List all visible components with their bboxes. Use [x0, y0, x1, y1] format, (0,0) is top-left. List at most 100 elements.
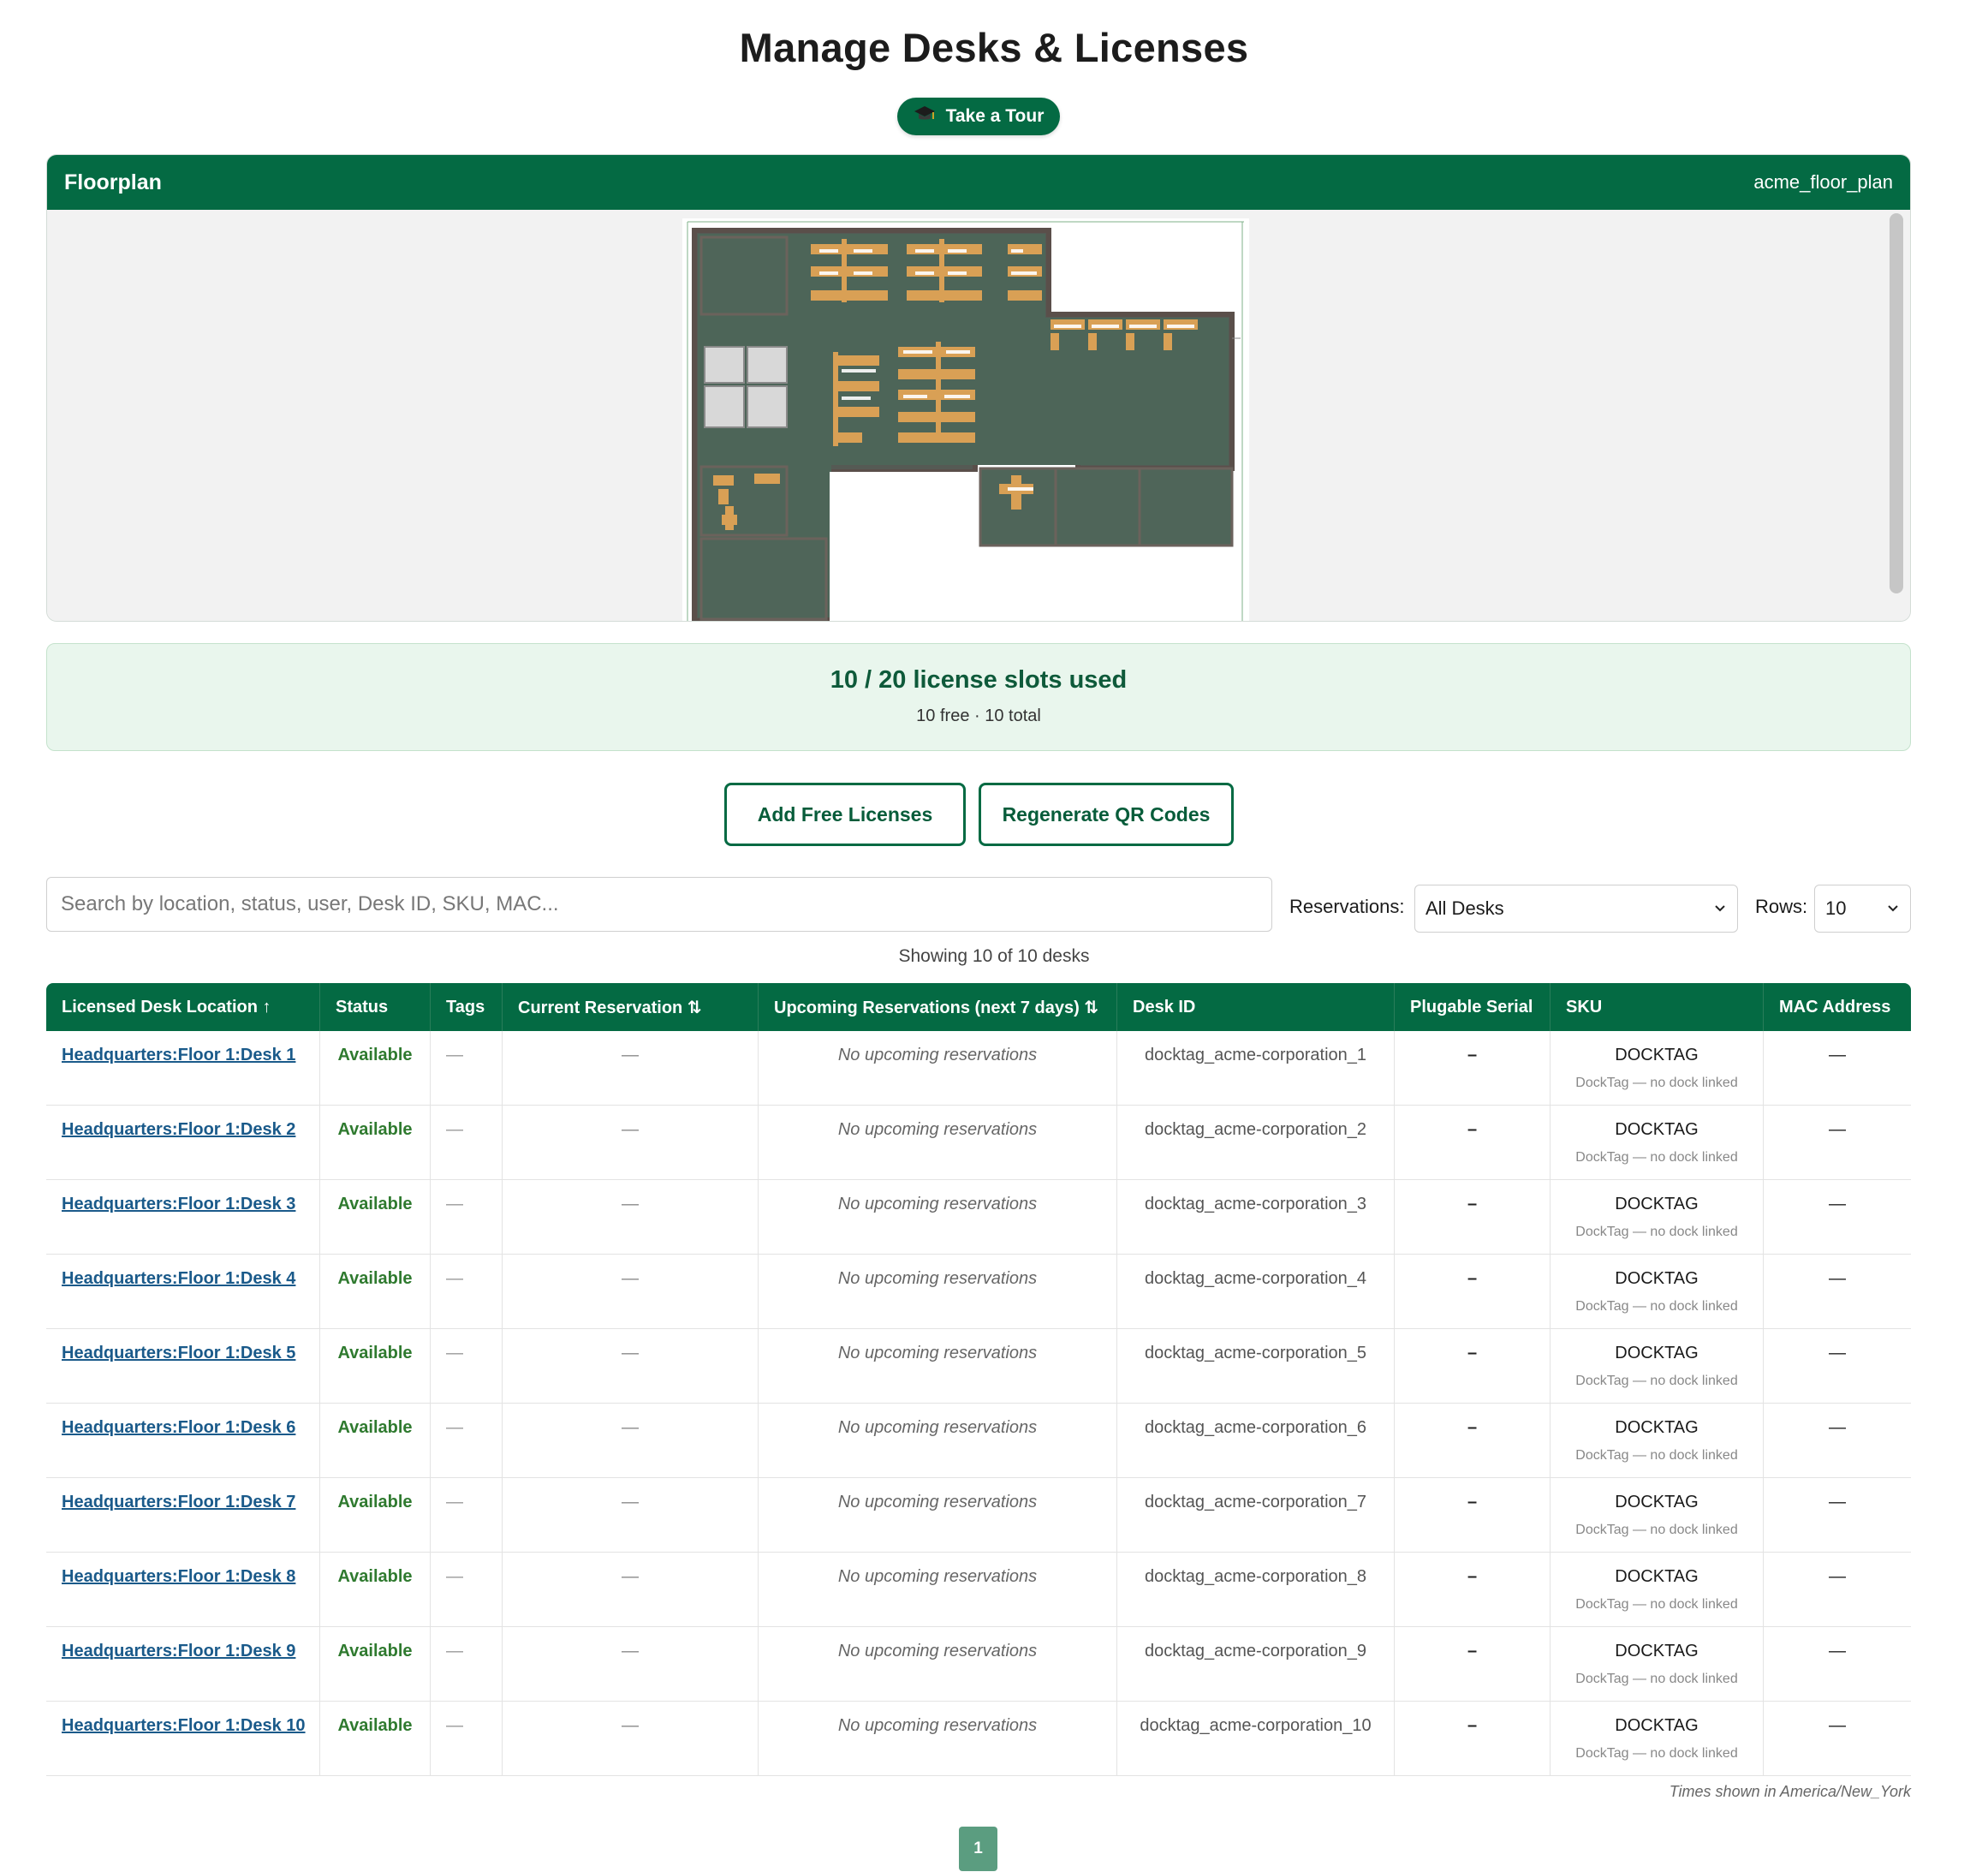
sku-value: DOCKTAG	[1615, 1716, 1699, 1735]
sku-note: DockTag — no dock linked	[1575, 1597, 1738, 1612]
rows-per-page-select[interactable]: 10	[1814, 885, 1911, 933]
current-reservation-cell: —	[503, 1255, 759, 1329]
current-reservation-cell: —	[503, 1106, 759, 1180]
desk-location-link[interactable]: Headquarters:Floor 1:Desk 9	[62, 1642, 295, 1660]
tags-cell: —	[431, 1031, 503, 1106]
desk-id-cell: docktag_acme-corporation_8	[1117, 1553, 1395, 1627]
add-free-licenses-button[interactable]: Add Free Licenses	[724, 783, 966, 846]
desk-location-link[interactable]: Headquarters:Floor 1:Desk 7	[62, 1493, 295, 1511]
sku-note: DockTag — no dock linked	[1575, 1299, 1738, 1314]
desk-location-cell: Headquarters:Floor 1:Desk 2	[46, 1106, 320, 1180]
desk-id-cell: docktag_acme-corporation_9	[1117, 1627, 1395, 1702]
column-header-mac-address: MAC Address	[1764, 983, 1911, 1031]
current-reservation-cell: —	[503, 1478, 759, 1553]
timezone-note: Times shown in America/New_York	[1669, 1783, 1911, 1800]
upcoming-reservations-cell: No upcoming reservations	[759, 1329, 1117, 1404]
desk-location-link[interactable]: Headquarters:Floor 1:Desk 1	[62, 1046, 295, 1064]
tags-cell: —	[431, 1478, 503, 1553]
desk-location-cell: Headquarters:Floor 1:Desk 8	[46, 1553, 320, 1627]
status-badge: Available	[320, 1627, 431, 1702]
sku-value: DOCKTAG	[1615, 1493, 1699, 1511]
plugable-serial-cell: –	[1395, 1627, 1551, 1702]
sku-value: DOCKTAG	[1615, 1418, 1699, 1437]
desks-table: Licensed Desk Location ↑ Status Tags Cur…	[46, 983, 1911, 1776]
desk-location-cell: Headquarters:Floor 1:Desk 5	[46, 1329, 320, 1404]
take-a-tour-button[interactable]: Take a Tour	[897, 98, 1060, 135]
floorplan-header: Floorplan acme_floor_plan	[47, 155, 1910, 210]
sku-cell: DOCKTAG DockTag — no dock linked	[1551, 1553, 1764, 1627]
desk-id-cell: docktag_acme-corporation_2	[1117, 1106, 1395, 1180]
desk-location-link[interactable]: Headquarters:Floor 1:Desk 2	[62, 1120, 295, 1139]
mac-address-cell: —	[1764, 1404, 1911, 1478]
pagination-page-button[interactable]: 1	[959, 1827, 997, 1871]
sku-cell: DOCKTAG DockTag — no dock linked	[1551, 1627, 1764, 1702]
tags-cell: —	[431, 1404, 503, 1478]
sku-note: DockTag — no dock linked	[1575, 1523, 1738, 1537]
column-header-upcoming-reservations[interactable]: Upcoming Reservations (next 7 days) ⇅	[759, 983, 1117, 1031]
sku-note: DockTag — no dock linked	[1575, 1150, 1738, 1165]
sku-cell: DOCKTAG DockTag — no dock linked	[1551, 1180, 1764, 1255]
license-usage-panel: 10 / 20 license slots used 10 free · 10 …	[46, 643, 1911, 751]
column-header-status: Status	[320, 983, 431, 1031]
tags-cell: —	[431, 1553, 503, 1627]
table-row: Headquarters:Floor 1:Desk 6 Available — — No…	[46, 1404, 1911, 1478]
sku-note: DockTag — no dock linked	[1575, 1672, 1738, 1686]
rows-per-page-label: Rows:	[1755, 896, 1808, 917]
mac-address-cell: —	[1764, 1031, 1911, 1106]
chevron-down-icon	[1715, 905, 1725, 912]
sku-value: DOCKTAG	[1615, 1120, 1699, 1139]
desk-location-cell: Headquarters:Floor 1:Desk 7	[46, 1478, 320, 1553]
floorplan-title: Floorplan	[64, 170, 162, 194]
column-header-desk-id: Desk ID	[1117, 983, 1395, 1031]
table-row: Headquarters:Floor 1:Desk 10 Available — — N…	[46, 1702, 1911, 1776]
status-badge: Available	[320, 1106, 431, 1180]
sku-value: DOCKTAG	[1615, 1344, 1699, 1362]
tags-cell: —	[431, 1627, 503, 1702]
search-input[interactable]	[46, 877, 1272, 932]
desk-location-link[interactable]: Headquarters:Floor 1:Desk 3	[62, 1195, 295, 1213]
table-row: Headquarters:Floor 1:Desk 2 Available — — No…	[46, 1106, 1911, 1180]
license-detail: 10 free · 10 total	[916, 706, 1041, 725]
status-badge: Available	[320, 1031, 431, 1106]
plugable-serial-cell: –	[1395, 1404, 1551, 1478]
upcoming-reservations-cell: No upcoming reservations	[759, 1702, 1117, 1776]
sku-note: DockTag — no dock linked	[1575, 1374, 1738, 1388]
desk-location-cell: Headquarters:Floor 1:Desk 3	[46, 1180, 320, 1255]
status-badge: Available	[320, 1553, 431, 1627]
desk-location-cell: Headquarters:Floor 1:Desk 6	[46, 1404, 320, 1478]
mac-address-cell: —	[1764, 1255, 1911, 1329]
desk-location-link[interactable]: Headquarters:Floor 1:Desk 8	[62, 1567, 295, 1586]
upcoming-reservations-cell: No upcoming reservations	[759, 1106, 1117, 1180]
status-badge: Available	[320, 1255, 431, 1329]
floorplan-viewport[interactable]	[47, 210, 1910, 621]
sku-cell: DOCKTAG DockTag — no dock linked	[1551, 1031, 1764, 1106]
desk-location-link[interactable]: Headquarters:Floor 1:Desk 4	[62, 1269, 295, 1288]
tags-cell: —	[431, 1106, 503, 1180]
upcoming-reservations-cell: No upcoming reservations	[759, 1255, 1117, 1329]
desk-location-link[interactable]: Headquarters:Floor 1:Desk 10	[62, 1716, 306, 1735]
tags-cell: —	[431, 1255, 503, 1329]
floorplan-scrollbar[interactable]	[1890, 213, 1903, 593]
upcoming-reservations-cell: No upcoming reservations	[759, 1180, 1117, 1255]
desk-id-cell: docktag_acme-corporation_3	[1117, 1180, 1395, 1255]
column-header-location[interactable]: Licensed Desk Location ↑	[46, 983, 320, 1031]
tags-cell: —	[431, 1180, 503, 1255]
desk-id-cell: docktag_acme-corporation_7	[1117, 1478, 1395, 1553]
floorplan-image[interactable]	[682, 218, 1249, 621]
regenerate-qr-codes-button[interactable]: Regenerate QR Codes	[979, 783, 1234, 846]
column-header-sku: SKU	[1551, 983, 1764, 1031]
mac-address-cell: —	[1764, 1627, 1911, 1702]
sku-value: DOCKTAG	[1615, 1195, 1699, 1213]
desk-location-link[interactable]: Headquarters:Floor 1:Desk 5	[62, 1344, 295, 1362]
plugable-serial-cell: –	[1395, 1031, 1551, 1106]
mac-address-cell: —	[1764, 1180, 1911, 1255]
take-a-tour-label: Take a Tour	[945, 106, 1045, 126]
table-row: Headquarters:Floor 1:Desk 5 Available — — No…	[46, 1329, 1911, 1404]
reservations-filter-select[interactable]: All Desks	[1414, 885, 1738, 933]
desk-location-link[interactable]: Headquarters:Floor 1:Desk 6	[62, 1418, 295, 1437]
column-header-current-reservation[interactable]: Current Reservation ⇅	[503, 983, 759, 1031]
plugable-serial-cell: –	[1395, 1553, 1551, 1627]
sku-cell: DOCKTAG DockTag — no dock linked	[1551, 1702, 1764, 1776]
plugable-serial-cell: –	[1395, 1478, 1551, 1553]
desk-location-cell: Headquarters:Floor 1:Desk 9	[46, 1627, 320, 1702]
